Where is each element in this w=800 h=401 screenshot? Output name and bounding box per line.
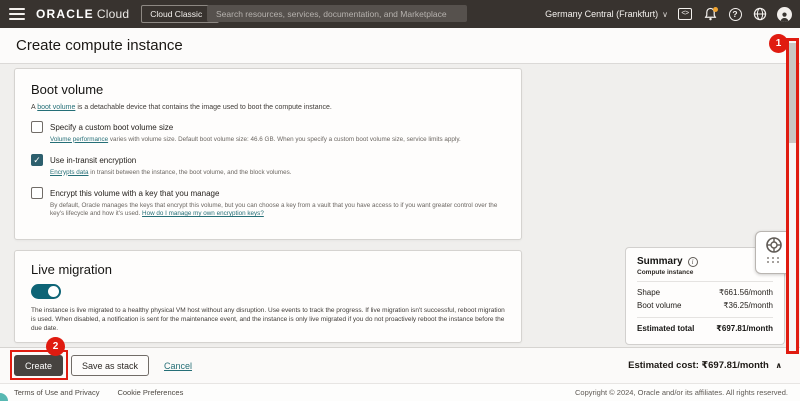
summary-total-value: ₹697.81/month — [716, 322, 773, 336]
drag-handle-icon[interactable] — [767, 257, 780, 263]
user-avatar[interactable] — [777, 7, 792, 22]
option-in-transit-encryption: ✓ Use in-transit encryption Encrypts dat… — [31, 154, 505, 177]
language-globe-icon[interactable] — [752, 6, 768, 22]
chevron-up-icon: ∧ — [776, 361, 783, 370]
page-title-band: Create compute instance — [0, 28, 800, 64]
info-icon[interactable]: i — [688, 257, 698, 267]
help-icon[interactable]: ? — [727, 6, 743, 22]
developer-console-icon[interactable]: <> — [677, 6, 693, 22]
life-ring-icon — [764, 235, 784, 255]
option-custom-boot-size-label: Specify a custom boot volume size — [50, 123, 173, 132]
region-selector[interactable]: Germany Central (Frankfurt) ∨ — [545, 9, 668, 19]
page-footer: Terms of Use and Privacy Cookie Preferen… — [0, 383, 800, 401]
live-migration-title: Live migration — [31, 262, 505, 277]
copyright-text: Copyright © 2024, Oracle and/or its affi… — [575, 388, 788, 397]
volume-performance-link[interactable]: Volume performance — [50, 136, 108, 143]
chevron-down-icon: ∨ — [662, 10, 668, 19]
live-migration-toggle[interactable] — [31, 284, 61, 299]
summary-row-boot-volume: Boot volume ₹36.25/month — [637, 299, 773, 312]
encrypts-data-link[interactable]: Encrypts data — [50, 169, 89, 176]
save-as-stack-button[interactable]: Save as stack — [71, 355, 149, 376]
summary-row-shape: Shape ₹661.56/month — [637, 286, 773, 299]
global-search-input[interactable] — [207, 5, 467, 22]
logo-cloud-text: Cloud — [97, 7, 129, 21]
checkbox-in-transit-encryption[interactable]: ✓ — [31, 154, 43, 166]
annotation-highlight-scrollbar — [786, 38, 799, 354]
option-in-transit-encryption-label: Use in-transit encryption — [50, 156, 136, 165]
option-customer-managed-key: Encrypt this volume with a key that you … — [31, 187, 505, 219]
top-navigation-bar: ORACLECloud Cloud Classic › Germany Cent… — [0, 0, 800, 28]
summary-boot-volume-label: Boot volume — [637, 299, 681, 312]
summary-title: Summary — [637, 256, 683, 267]
summary-shape-value: ₹661.56/month — [719, 286, 773, 299]
check-icon: ✓ — [33, 156, 41, 165]
summary-subtitle: Compute instance — [637, 269, 773, 276]
boot-volume-section: Boot volume A boot volume is a detachabl… — [14, 68, 522, 240]
logo-oracle-text: ORACLE — [36, 7, 94, 21]
summary-total-label: Estimated total — [637, 322, 694, 336]
manage-encryption-keys-link[interactable]: How do I manage my own encryption keys? — [142, 210, 264, 217]
summary-total-row: Estimated total ₹697.81/month — [637, 322, 773, 336]
annotation-step-1-badge: 1 — [769, 34, 788, 53]
boot-volume-link[interactable]: boot volume — [37, 104, 75, 111]
region-label: Germany Central (Frankfurt) — [545, 9, 658, 19]
summary-divider — [637, 317, 773, 318]
annotation-step-2-badge: 2 — [46, 337, 65, 356]
checkbox-customer-managed-key[interactable] — [31, 187, 43, 199]
hamburger-menu-icon[interactable] — [9, 8, 25, 20]
option-customer-managed-key-label: Encrypt this volume with a key that you … — [50, 189, 219, 198]
checkbox-custom-boot-size[interactable] — [31, 121, 43, 133]
option-custom-boot-size: Specify a custom boot volume size Volume… — [31, 121, 505, 144]
live-migration-section: Live migration The instance is live migr… — [14, 250, 522, 343]
summary-boot-volume-value: ₹36.25/month — [723, 299, 773, 312]
cookie-preferences-link[interactable]: Cookie Preferences — [117, 388, 183, 397]
notification-dot — [713, 7, 718, 12]
option-in-transit-encryption-description: Encrypts data in transit between the ins… — [50, 169, 505, 178]
estimated-cost-value: ₹697.81/month — [702, 360, 769, 371]
cancel-link[interactable]: Cancel — [164, 361, 192, 371]
summary-divider — [637, 281, 773, 282]
terms-of-use-link[interactable]: Terms of Use and Privacy — [14, 388, 99, 397]
topbar-right-cluster: Germany Central (Frankfurt) ∨ <> ? — [545, 0, 792, 28]
estimated-cost[interactable]: Estimated cost: ₹697.81/month ∧ — [628, 360, 782, 371]
page-title: Create compute instance — [16, 37, 183, 54]
option-custom-boot-size-description: Volume performance varies with volume si… — [50, 136, 505, 145]
boot-volume-options: Specify a custom boot volume size Volume… — [31, 121, 505, 219]
summary-shape-label: Shape — [637, 286, 660, 299]
oracle-cloud-logo[interactable]: ORACLECloud — [36, 7, 129, 21]
option-customer-managed-key-description: By default, Oracle manages the keys that… — [50, 202, 505, 219]
toggle-knob — [48, 286, 59, 297]
boot-volume-title: Boot volume — [31, 82, 505, 97]
boot-volume-intro: A boot volume is a detachable device tha… — [31, 104, 505, 111]
cloud-classic-label: Cloud Classic — [150, 9, 202, 19]
live-migration-description: The instance is live migrated to a healt… — [31, 306, 505, 333]
notifications-bell-icon[interactable] — [702, 6, 718, 22]
estimated-cost-label: Estimated cost: — [628, 360, 699, 371]
bottom-action-bar: Create Save as stack Cancel Estimated co… — [0, 347, 800, 383]
main-content: Boot volume A boot volume is a detachabl… — [0, 64, 800, 347]
